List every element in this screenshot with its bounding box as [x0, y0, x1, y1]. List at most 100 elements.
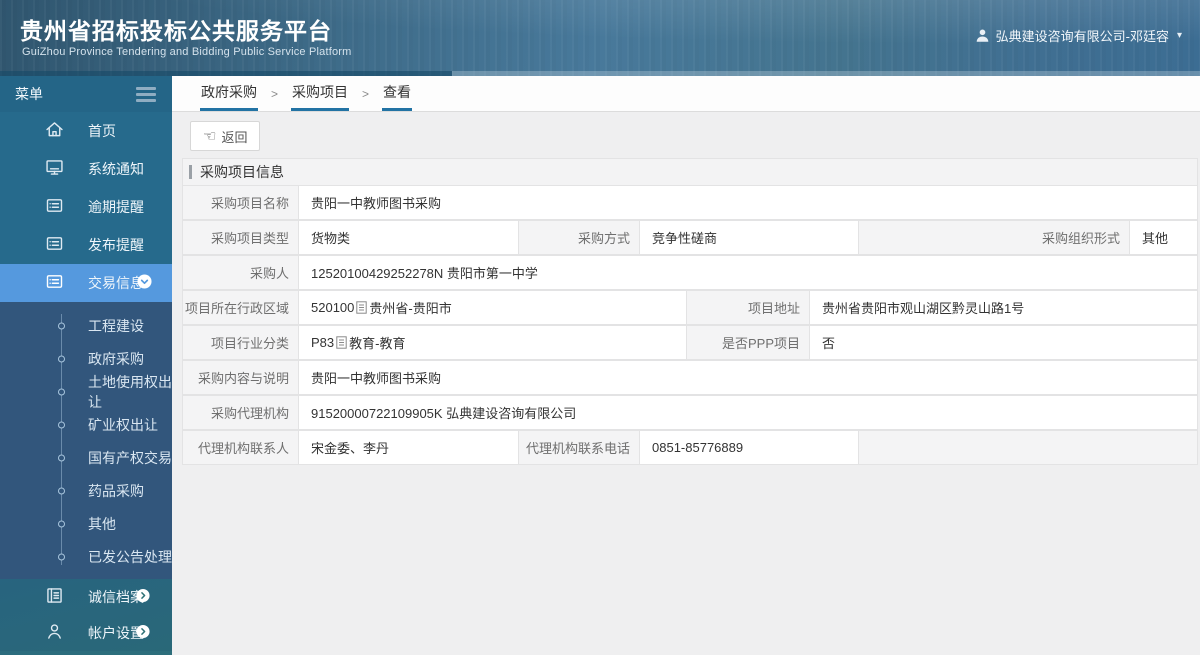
- monitor-icon: [44, 157, 65, 181]
- sidebar-item-label: 系统通知: [88, 161, 144, 177]
- toolbar: ☜ 返回: [172, 112, 1200, 154]
- field-value: 宋金委、李丹: [299, 431, 518, 464]
- user-name: 弘典建设咨询有限公司-邓廷容: [995, 29, 1169, 44]
- field-value: 0851-85776889: [640, 431, 858, 464]
- industry-name: 教育-教育: [349, 336, 406, 351]
- field-label: 采购内容与说明: [183, 361, 298, 394]
- submenu-label: 矿业权出让: [88, 416, 158, 433]
- empty-cell: [859, 431, 1197, 464]
- table-row: 项目所在行政区域 520100 贵州省-贵阳市 项目地址 贵州省贵阳市观山湖区黔…: [183, 291, 1197, 324]
- submenu-label: 工程建设: [88, 317, 144, 334]
- archive-list-icon: [44, 585, 65, 609]
- submenu-item-engineering[interactable]: 工程建设: [0, 309, 172, 342]
- chevron-right-circle-icon: [136, 624, 150, 642]
- submenu-item-gov-procurement[interactable]: 政府采购: [0, 342, 172, 375]
- section-marker: [189, 165, 192, 179]
- sidebar-item-label: 逾期提醒: [88, 199, 144, 215]
- main-content: 政府采购 > 采购项目 > 查看 ☜ 返回 采购项目信息 采购项目名称 贵阳一中…: [172, 76, 1200, 655]
- table-row: 代理机构联系人 宋金委、李丹 代理机构联系电话 0851-85776889: [183, 431, 1197, 464]
- table-row: 采购代理机构 91520000722109905K 弘典建设咨询有限公司: [183, 396, 1197, 429]
- field-value: 货物类: [299, 221, 518, 254]
- field-value: 520100 贵州省-贵阳市: [299, 291, 686, 324]
- field-label: 采购组织形式: [859, 221, 1129, 254]
- list-card-icon: [44, 195, 65, 219]
- submenu-item-state-property[interactable]: 国有产权交易: [0, 441, 172, 474]
- sidebar-item-label: 交易信息: [88, 275, 144, 291]
- sidebar-item-trade-info[interactable]: 交易信息: [0, 264, 172, 302]
- chevron-down-circle-icon: [137, 274, 152, 292]
- sidebar-item-publish-reminder[interactable]: 发布提醒: [0, 226, 172, 264]
- document-icon: [336, 336, 347, 349]
- sidebar-header: 菜单: [0, 76, 172, 112]
- sidebar-item-credit-archive[interactable]: 诚信档案: [0, 579, 172, 615]
- field-value: 其他: [1130, 221, 1197, 254]
- sidebar: 菜单 首页 系统通知 逾期提醒 发布提醒 交易信息 工程建设 政府采购 土地使用…: [0, 76, 172, 655]
- breadcrumb-separator: >: [362, 86, 370, 101]
- field-value: 贵阳一中教师图书采购: [299, 186, 1197, 219]
- panel-title: 采购项目信息: [200, 164, 284, 180]
- field-label: 采购方式: [519, 221, 639, 254]
- field-value: 91520000722109905K 弘典建设咨询有限公司: [299, 396, 1197, 429]
- field-value: 12520100429252278N 贵阳市第一中学: [299, 256, 1197, 289]
- submenu-label: 政府采购: [88, 350, 144, 367]
- submenu-item-land-use[interactable]: 土地使用权出让: [0, 374, 172, 410]
- submenu-label: 国有产权交易: [88, 449, 172, 466]
- table-row: 项目行业分类 P83 教育-教育 是否PPP项目 否: [183, 326, 1197, 359]
- field-value: 否: [810, 326, 1197, 359]
- submenu-item-published-notices[interactable]: 已发公告处理: [0, 540, 172, 573]
- field-label: 项目所在行政区域: [183, 291, 298, 324]
- breadcrumb-item-gov-procurement[interactable]: 政府采购: [200, 76, 258, 111]
- table-row: 采购项目名称 贵阳一中教师图书采购: [183, 186, 1197, 219]
- submenu-item-drug-procurement[interactable]: 药品采购: [0, 474, 172, 507]
- field-value: 贵州省贵阳市观山湖区黔灵山路1号: [810, 291, 1197, 324]
- project-info-table: 采购项目名称 贵阳一中教师图书采购 采购项目类型 货物类 采购方式 竞争性磋商 …: [183, 186, 1197, 464]
- field-label: 代理机构联系电话: [519, 431, 639, 464]
- submenu-label: 药品采购: [88, 482, 144, 499]
- site-title: 贵州省招标投标公共服务平台: [20, 18, 332, 44]
- project-info-panel: 采购项目信息 采购项目名称 贵阳一中教师图书采购 采购项目类型 货物类 采购方式…: [182, 158, 1198, 465]
- field-label: 项目地址: [687, 291, 809, 324]
- menu-label: 菜单: [15, 86, 43, 102]
- list-card-icon: [44, 271, 65, 295]
- panel-header: 采购项目信息: [183, 159, 1197, 185]
- field-value: P83 教育-教育: [299, 326, 686, 359]
- caret-down-icon: ▾: [1176, 30, 1182, 41]
- back-button[interactable]: ☜ 返回: [190, 121, 261, 151]
- hamburger-icon[interactable]: [136, 84, 156, 105]
- field-label: 采购项目类型: [183, 221, 298, 254]
- submenu-item-other[interactable]: 其他: [0, 507, 172, 540]
- breadcrumb: 政府采购 > 采购项目 > 查看: [172, 76, 1200, 112]
- region-code: 520100: [311, 300, 355, 315]
- submenu-label: 土地使用权出让: [88, 373, 172, 410]
- field-value: 竞争性磋商: [640, 221, 858, 254]
- region-name: 贵州省-贵阳市: [369, 301, 452, 316]
- trade-info-submenu: 工程建设 政府采购 土地使用权出让 矿业权出让 国有产权交易 药品采购 其他 已…: [0, 302, 172, 579]
- sidebar-item-label: 发布提醒: [88, 237, 144, 253]
- field-label: 采购人: [183, 256, 298, 289]
- breadcrumb-separator: >: [271, 86, 279, 101]
- table-row: 采购内容与说明 贵阳一中教师图书采购: [183, 361, 1197, 394]
- field-label: 采购代理机构: [183, 396, 298, 429]
- sidebar-item-account-settings[interactable]: 帐户设置: [0, 615, 172, 651]
- sidebar-item-overdue-reminder[interactable]: 逾期提醒: [0, 188, 172, 226]
- back-hand-icon: ☜: [203, 127, 217, 145]
- industry-code: P83: [311, 335, 335, 350]
- user-menu[interactable]: 弘典建设咨询有限公司-邓廷容 ▾: [975, 26, 1182, 45]
- field-label: 是否PPP项目: [687, 326, 809, 359]
- sidebar-item-label: 首页: [88, 123, 116, 139]
- user-icon: [975, 28, 990, 43]
- app-window: 贵州省招标投标公共服务平台 GuiZhou Province Tendering…: [0, 0, 1200, 655]
- chevron-right-circle-icon: [136, 588, 150, 606]
- submenu-item-mining-rights[interactable]: 矿业权出让: [0, 408, 172, 441]
- submenu-label: 其他: [88, 515, 116, 532]
- table-row: 采购项目类型 货物类 采购方式 竞争性磋商 采购组织形式 其他: [183, 221, 1197, 254]
- sidebar-item-notifications[interactable]: 系统通知: [0, 150, 172, 188]
- list-card-icon: [44, 233, 65, 257]
- back-button-label: 返回: [221, 129, 248, 145]
- field-label: 代理机构联系人: [183, 431, 298, 464]
- top-banner: 贵州省招标投标公共服务平台 GuiZhou Province Tendering…: [0, 0, 1200, 76]
- sidebar-item-home[interactable]: 首页: [0, 112, 172, 150]
- breadcrumb-item-view[interactable]: 查看: [382, 76, 413, 111]
- table-row: 采购人 12520100429252278N 贵阳市第一中学: [183, 256, 1197, 289]
- breadcrumb-item-procurement-project[interactable]: 采购项目: [291, 76, 350, 111]
